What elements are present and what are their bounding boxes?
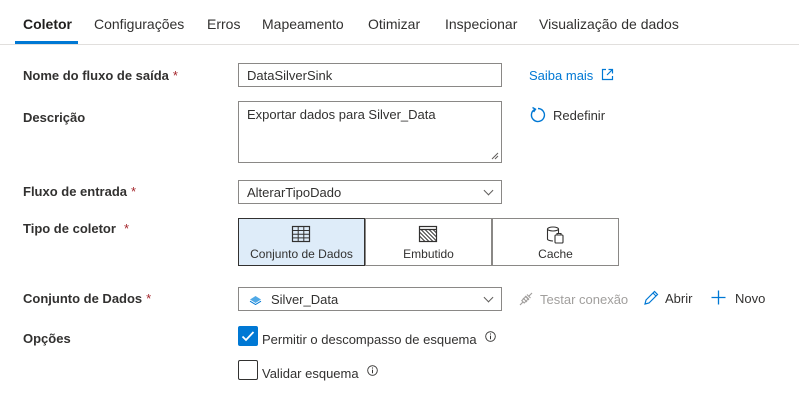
chevron-down-icon — [483, 292, 494, 303]
sink-type-inline-option[interactable]: Embutido — [365, 218, 492, 266]
inline-hatch-icon — [418, 225, 438, 243]
checkmark-icon — [241, 331, 255, 342]
validate-schema-label: Validar esquema — [262, 365, 378, 381]
tab-inspecionar[interactable]: Inspecionar — [445, 16, 517, 32]
tab-visualizacao-de-dados[interactable]: Visualização de dados — [539, 16, 679, 32]
active-tab-indicator — [15, 41, 78, 44]
sink-type-label: Tipo de coletor * — [23, 221, 129, 236]
info-icon[interactable] — [485, 331, 496, 342]
sink-type-cache-label: Cache — [538, 247, 573, 261]
output-stream-input[interactable]: DataSilverSink — [238, 63, 502, 87]
allow-schema-drift-label: Permitir o descompasso de esquema — [262, 331, 496, 347]
tab-mapeamento[interactable]: Mapeamento — [262, 16, 344, 32]
input-stream-dropdown[interactable]: AlterarTipoDado — [238, 180, 502, 204]
pencil-icon — [644, 290, 659, 305]
tab-erros[interactable]: Erros — [207, 16, 240, 32]
description-textarea[interactable]: Exportar dados para Silver_Data — [238, 101, 502, 163]
info-icon[interactable] — [367, 365, 378, 376]
learn-more-link[interactable]: Saiba mais — [529, 68, 614, 83]
reset-button[interactable]: Redefinir — [529, 106, 605, 124]
output-stream-label: Nome do fluxo de saída * — [23, 68, 178, 83]
sink-type-cache-option[interactable]: Cache — [492, 218, 619, 266]
description-text: Exportar dados para Silver_Data — [247, 107, 436, 122]
open-dataset-button[interactable]: Abrir — [643, 290, 692, 306]
input-stream-label: Fluxo de entrada * — [23, 184, 137, 199]
input-stream-value: AlterarTipoDado — [247, 185, 342, 200]
options-label: Opções — [23, 331, 71, 346]
description-label: Descrição — [23, 110, 86, 125]
sink-type-dataset-option[interactable]: Conjunto de Dados — [238, 218, 365, 266]
tab-configuracoes[interactable]: Configurações — [94, 16, 184, 32]
tab-bar: Coletor Configurações Erros Mapeamento O… — [0, 0, 799, 45]
sink-type-inline-label: Embutido — [403, 247, 454, 261]
dataset-icon — [249, 296, 262, 306]
allow-schema-drift-checkbox[interactable] — [238, 326, 258, 346]
test-connection-button[interactable]: Testar conexão — [518, 291, 628, 307]
dataset-label: Conjunto de Dados * — [23, 291, 152, 306]
refresh-icon — [530, 106, 546, 123]
tab-otimizar[interactable]: Otimizar — [368, 16, 420, 32]
dataset-value: Silver_Data — [271, 292, 339, 307]
external-link-icon — [601, 68, 614, 81]
table-icon — [291, 225, 311, 243]
plug-icon — [519, 292, 533, 306]
cache-icon — [546, 226, 564, 244]
resize-grip-icon — [491, 152, 499, 160]
chevron-down-icon — [483, 185, 494, 196]
tab-coletor[interactable]: Coletor — [23, 16, 72, 32]
sink-type-dataset-label: Conjunto de Dados — [250, 247, 353, 261]
new-dataset-button[interactable]: Novo — [711, 290, 765, 306]
plus-icon — [711, 290, 726, 305]
dataset-dropdown[interactable]: Silver_Data — [238, 287, 502, 311]
validate-schema-checkbox[interactable] — [238, 360, 258, 380]
